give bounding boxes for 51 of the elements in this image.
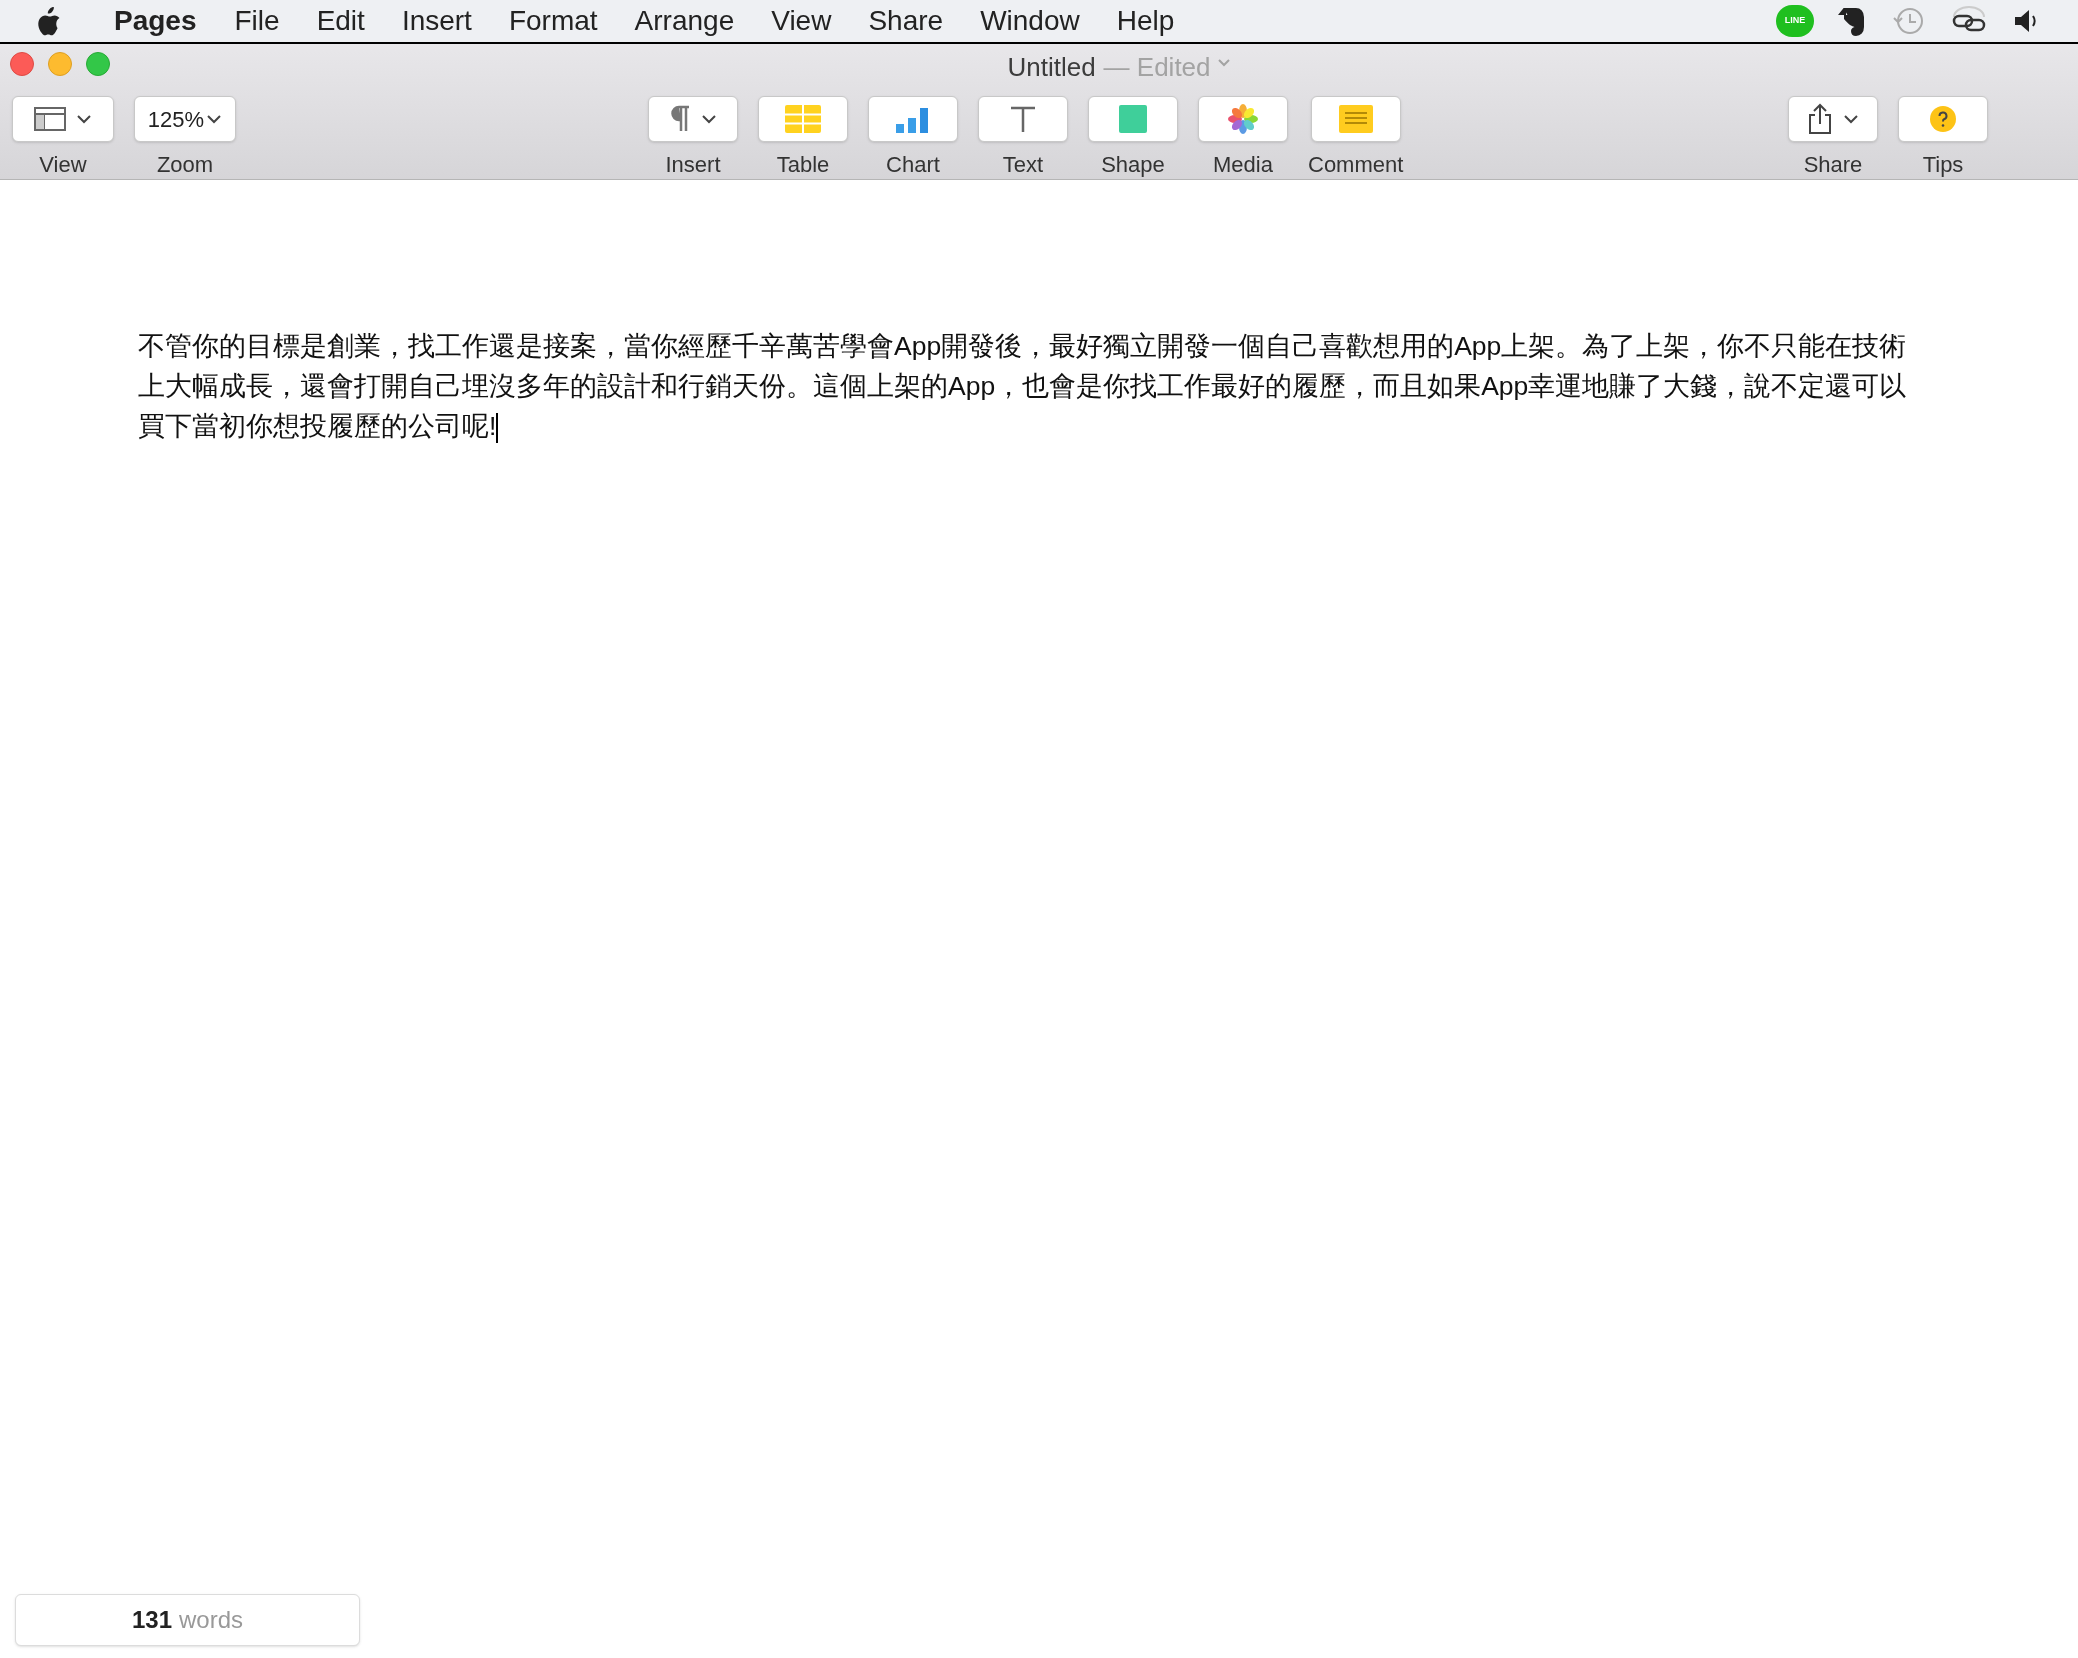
menu-item[interactable]: Format	[508, 0, 598, 42]
caret-icon	[1843, 114, 1859, 124]
clock-icon[interactable]	[1890, 5, 1926, 37]
toolbar-label: Media	[1213, 151, 1273, 179]
caret-icon	[76, 114, 92, 124]
toolbar-button[interactable]	[12, 96, 114, 142]
toolbar-label: Share	[1803, 151, 1863, 179]
table-icon	[785, 105, 821, 133]
note-icon	[1338, 105, 1373, 133]
toolbar-label: Text	[1002, 151, 1044, 179]
caret-icon[interactable]	[1216, 58, 1231, 68]
flower-icon	[1227, 103, 1259, 135]
zoom-window-button[interactable]	[86, 52, 110, 76]
menu-item[interactable]: Help	[1116, 0, 1175, 42]
caret-icon	[701, 114, 717, 124]
share-icon	[1807, 103, 1833, 135]
toolbar-button[interactable]	[648, 96, 738, 142]
sidebar-layout-icon	[34, 107, 66, 131]
paragraph-icon	[669, 105, 691, 133]
menu-item[interactable]: Window	[980, 0, 1080, 42]
menu-item[interactable]: File	[234, 0, 280, 42]
toolbar-button[interactable]	[1788, 96, 1878, 142]
help-icon	[1929, 105, 1957, 133]
menu-item[interactable]: Insert	[401, 0, 472, 42]
toolbar-label: Shape	[1101, 151, 1165, 179]
document-paragraph[interactable]: 不管你的目標是創業，找工作還是接案，當你經歷千辛萬苦學會App開發後，最好獨立開發一個自己喜歡想用的App上架。為了上架，你不只能在技術上大幅成長，還會打開自己埋沒多年的設計和行銷天份。這個上架的App，也會是你找工作最好的履歷，而且如果App幸運地賺了大錢，說不定還可以買下當初你想投履歷的公司呢!	[138, 326, 1933, 446]
word-count-box[interactable]: 131 words	[15, 1594, 360, 1646]
toolbar-label: Zoom	[156, 151, 214, 179]
toolbar-label: Chart	[886, 151, 940, 179]
menu-item[interactable]: Edit	[316, 0, 365, 42]
zoom-dropdown[interactable]: 125%	[134, 96, 236, 142]
bar-chart-icon	[895, 105, 931, 133]
menu-item[interactable]: Arrange	[634, 0, 735, 42]
toolbar-button[interactable]	[978, 96, 1068, 142]
minimize-button[interactable]	[48, 52, 72, 76]
app-menu[interactable]: Pages	[114, 0, 197, 42]
toolbar-label: Tips	[1922, 151, 1964, 179]
toolbar-label: View	[39, 151, 87, 179]
word-count: 131	[131, 1605, 172, 1635]
menu-item[interactable]: View	[771, 0, 832, 42]
caret-icon	[206, 114, 223, 124]
toolbar-label: Table	[776, 151, 830, 179]
apple-logo-icon[interactable]	[36, 6, 62, 36]
square-icon	[1119, 105, 1147, 133]
toolbar-label: Comment	[1308, 151, 1404, 179]
menu-item[interactable]: Share	[868, 0, 944, 42]
text-icon	[1009, 105, 1037, 133]
word-count-unit: words	[179, 1605, 244, 1635]
window-title: Untitled	[1007, 51, 1096, 84]
toolbar-label: Insert	[665, 151, 721, 179]
close-button[interactable]	[10, 52, 34, 76]
